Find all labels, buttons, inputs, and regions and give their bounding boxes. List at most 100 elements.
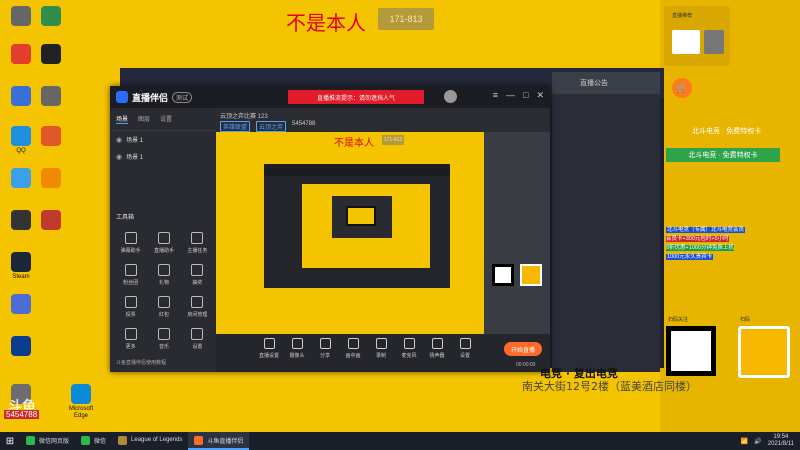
control-label: 摄像头 <box>289 353 305 359</box>
preview-controls: 开始直播 00:00:00 直播设置 摄像头 分享 画中画 录制 麦克风 扬声器 设置 <box>216 334 550 372</box>
preview-canvas[interactable]: 不是本人 171-813 <box>216 132 550 334</box>
desktop-icon[interactable] <box>4 86 38 108</box>
tab-2[interactable]: 设置 <box>160 114 172 124</box>
control-icon <box>291 338 303 349</box>
game-icon <box>41 210 61 230</box>
recommend-image <box>672 30 700 54</box>
minimize-icon[interactable]: — <box>506 90 515 101</box>
close-icon[interactable]: ✕ <box>536 90 544 101</box>
preview-title: 云顶之弈比赛 123 <box>220 114 268 120</box>
scene-item[interactable]: ◉ 场景 1 <box>110 131 216 148</box>
tool-item[interactable]: 音乐 <box>147 328 180 350</box>
terminal-icon <box>41 44 61 64</box>
control-icon <box>375 338 387 349</box>
tool-item[interactable]: 设置 <box>181 328 214 350</box>
avatar[interactable] <box>444 90 457 103</box>
control-button[interactable]: 摄像头 <box>284 338 310 359</box>
desktop-icon[interactable] <box>4 210 38 232</box>
tool-icon <box>191 232 204 244</box>
tab-0[interactable]: 场景 <box>116 114 129 124</box>
overlay-tag: 171-813 <box>378 8 434 30</box>
control-icon <box>319 338 331 349</box>
tab-1[interactable]: 图层 <box>138 114 150 124</box>
desktop-icon-label: QQ <box>16 148 26 154</box>
tool-label: 主播任务 <box>187 248 208 254</box>
desktop-icon[interactable]: Microsoft Edge <box>64 384 98 420</box>
control-button[interactable]: 设置 <box>452 338 478 359</box>
tool-item[interactable]: 投票 <box>114 296 147 318</box>
promo-text: 北斗电竞（专属）北斗电竞会员 会员卡+300元包时+5小时 8折优惠+1000分… <box>666 227 746 260</box>
app-icon <box>41 6 61 26</box>
tool-item[interactable]: 粉丝团 <box>114 264 147 286</box>
taskbar-item[interactable]: League of Legends <box>112 432 188 450</box>
preview-area: 云顶之弈比赛 123 英雄联盟 云顶之弈 5454788 不是本人 171-81… <box>216 108 550 372</box>
preview-subcategory[interactable]: 云顶之弈 <box>256 121 287 132</box>
start-button[interactable]: ⊞ <box>0 432 20 450</box>
desktop-icon[interactable] <box>4 294 38 316</box>
tool-item[interactable]: 直播助手 <box>147 232 180 254</box>
start-live-button[interactable]: 开始直播 <box>504 342 542 356</box>
qr-right-label: 扫码 <box>740 317 751 323</box>
desktop-icon[interactable] <box>34 6 68 28</box>
desktop-icon[interactable] <box>34 126 68 148</box>
tool-label: 设置 <box>192 344 203 350</box>
volume-icon[interactable]: 🔊 <box>754 438 761 445</box>
tutorial-link[interactable]: 斗鱼直播伴侣使用教程 <box>116 359 166 366</box>
desktop-icon[interactable] <box>34 168 68 190</box>
desktop-icon[interactable] <box>4 6 38 28</box>
tool-item[interactable]: 红包 <box>147 296 180 318</box>
desktop-icon[interactable] <box>34 44 68 66</box>
taskbar-item[interactable]: 微信 <box>75 432 112 450</box>
wechat-icon <box>81 435 91 445</box>
privilege-banner[interactable]: 北斗电竞 · 免费特权卡 <box>666 148 780 162</box>
control-label: 麦克风 <box>401 353 417 359</box>
recommend-card[interactable]: 直播推荐 <box>664 6 730 66</box>
tool-item[interactable]: 弹幕助手 <box>114 232 147 254</box>
notice-banner[interactable]: 直播推流提示：请勿遮挡人气 <box>288 90 424 104</box>
preview-category[interactable]: 英雄联盟 <box>220 121 251 132</box>
tool-label: 房间管理 <box>187 312 208 318</box>
cloud-icon <box>11 168 31 188</box>
app-icon <box>41 126 61 146</box>
eye-icon[interactable]: ◉ <box>116 136 122 144</box>
control-button[interactable]: 扬声器 <box>424 338 450 359</box>
desktop-icon[interactable]: QQ <box>4 126 38 155</box>
control-button[interactable]: 录制 <box>368 338 394 359</box>
tool-item[interactable]: 礼物 <box>147 264 180 286</box>
desktop-icon[interactable] <box>4 44 38 66</box>
desktop-icon[interactable] <box>4 168 38 190</box>
wechat-icon <box>26 435 35 445</box>
taskbar-item[interactable]: 微信网页版 <box>20 432 75 450</box>
maximize-icon[interactable]: □ <box>523 90 528 101</box>
control-button[interactable]: 画中画 <box>340 338 366 359</box>
tool-item[interactable]: 房间管理 <box>181 296 214 318</box>
cart-icon[interactable]: 🛒 <box>672 78 692 98</box>
clock[interactable]: 19:54 2021/8/11 <box>768 434 794 448</box>
file-icon <box>41 86 61 106</box>
taskbar: ⊞ 微信网页版 微信 League of Legends 斗鱼直播伴侣 📶 🔊 19:… <box>0 432 800 450</box>
control-button[interactable]: 直播设置 <box>256 338 282 359</box>
desktop-icon[interactable]: Steam <box>4 252 38 281</box>
scene-item[interactable]: ◉ 场景 1 <box>110 148 216 165</box>
preview-toolbar: 云顶之弈比赛 123 英雄联盟 云顶之弈 5454788 <box>216 108 550 132</box>
desktop-icon[interactable] <box>34 86 68 108</box>
control-icon <box>347 338 359 349</box>
tool-label: 抽奖 <box>192 280 203 286</box>
desktop-icon[interactable] <box>4 336 38 358</box>
nested-preview <box>264 164 450 288</box>
network-icon[interactable]: 📶 <box>741 438 748 445</box>
tool-item[interactable]: 主播任务 <box>181 232 214 254</box>
tool-item[interactable]: 更多 <box>114 328 147 350</box>
taskbar-item[interactable]: 斗鱼直播伴侣 <box>188 432 250 450</box>
qq-icon <box>11 126 31 146</box>
control-button[interactable]: 分享 <box>312 338 338 359</box>
scene-label: 场景 1 <box>126 155 144 161</box>
eye-icon[interactable]: ◉ <box>116 153 122 161</box>
desktop-icon[interactable] <box>34 210 68 232</box>
menu-icon[interactable]: ≡ <box>493 90 498 101</box>
desktop-icon-label: Microsoft Edge <box>68 406 94 419</box>
control-button[interactable]: 麦克风 <box>396 338 422 359</box>
tool-label: 粉丝团 <box>123 280 139 286</box>
system-tray: 📶 🔊 19:54 2021/8/11 <box>741 434 800 448</box>
tool-item[interactable]: 抽奖 <box>181 264 214 286</box>
